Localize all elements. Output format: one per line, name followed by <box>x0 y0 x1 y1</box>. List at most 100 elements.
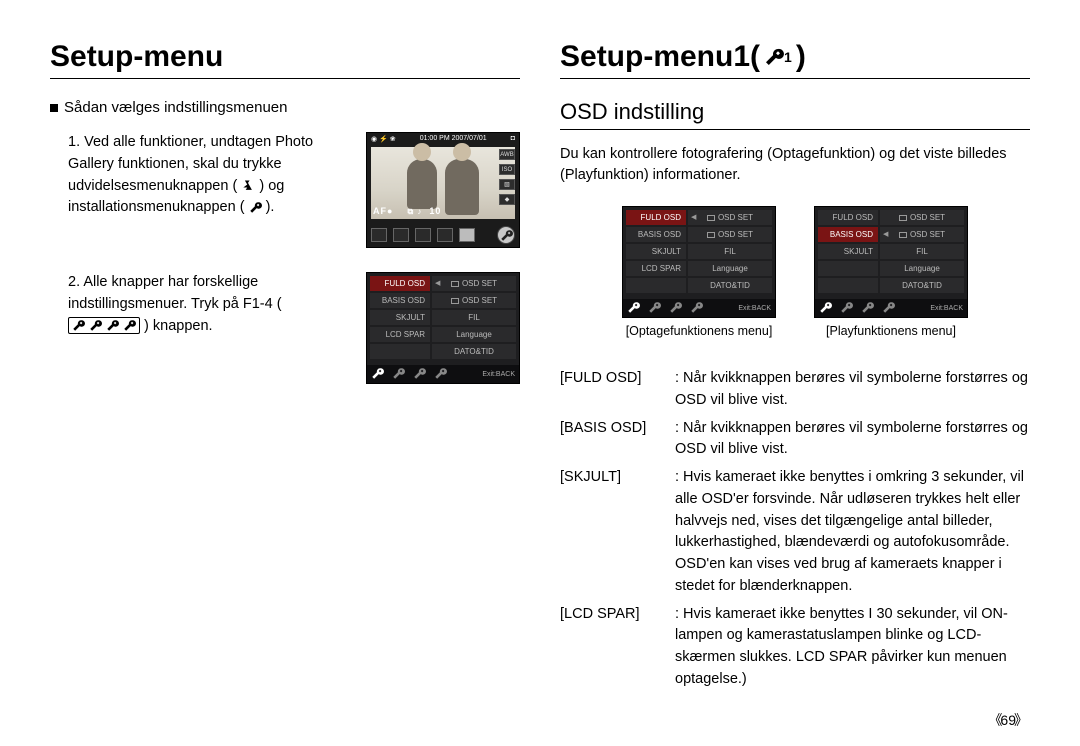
quality-icon: ▧ <box>499 179 515 190</box>
menu-row: Language <box>818 261 964 276</box>
camera-icon <box>707 215 715 221</box>
wrench-tab-1-icon <box>371 367 384 382</box>
step2-text-b: ) knappen. <box>144 318 213 334</box>
menu-row-left: SKJULT <box>626 244 686 259</box>
menu-row-right: OSD SET <box>880 227 964 242</box>
menu-row-left: FULD OSD <box>626 210 686 225</box>
step1-text-c: ). <box>266 199 275 215</box>
section-heading-text: Sådan vælges indstillingsmenuen <box>64 99 287 116</box>
af-label: AF● <box>373 206 393 216</box>
wrench-tab-icon <box>669 301 682 316</box>
menu-row: BASIS OSDOSD SET <box>370 293 516 308</box>
sharp-icon: ◆ <box>499 194 515 205</box>
wrench-tab-3-icon <box>413 367 426 382</box>
menu-row-right: OSD SET <box>688 210 772 225</box>
extension-menu-icon <box>241 179 255 193</box>
right-title: Setup-menu1( 1 ) <box>560 40 1030 79</box>
step-1-text: 1. Ved alle funktioner, undtagen Photo G… <box>50 132 352 219</box>
menu-row: DATO&TID <box>626 278 772 293</box>
menu-row-left: SKJULT <box>370 310 430 325</box>
wrench-tab-4-icon <box>434 367 447 382</box>
menu-row-left: BASIS OSD <box>626 227 686 242</box>
menu-row: LCD SPARLanguage <box>626 261 772 276</box>
exit-label: Exit:BACK <box>482 371 515 378</box>
menu-row: FULD OSDOSD SET <box>818 210 964 225</box>
menu-screen-play: FULD OSDOSD SETBASIS OSDOSD SETSKJULTFIL… <box>814 206 968 318</box>
left-column: Setup-menu Sådan vælges indstillingsmenu… <box>50 40 520 697</box>
menu-screen-rec: FULD OSDOSD SETBASIS OSDOSD SETSKJULTFIL… <box>622 206 776 318</box>
menu-row-right: OSD SET <box>688 227 772 242</box>
definition-key: [BASIS OSD] <box>560 418 675 462</box>
bullet-icon <box>50 104 58 112</box>
preview-icons-left: ◉ ⚡ ❀ <box>371 135 396 143</box>
menu-row-left: BASIS OSD <box>370 293 430 308</box>
step-2-text: 2. Alle knapper har forskellige indstill… <box>50 272 352 337</box>
section-heading: Sådan vælges indstillingsmenuen <box>50 99 520 116</box>
menu-row-right: FIL <box>688 244 772 259</box>
menu-row-right: DATO&TID <box>688 278 772 293</box>
preview-mode-icon: ◘ <box>511 135 515 143</box>
menu-row-right: Language <box>880 261 964 276</box>
menu-row-left <box>818 278 878 293</box>
menu-screen-left: FULD OSDOSD SETBASIS OSDOSD SETSKJULTFIL… <box>366 272 520 384</box>
definition-row: [BASIS OSD]: Når kvikknappen berøres vil… <box>560 418 1030 462</box>
iso-icon: ISO <box>499 164 515 175</box>
wrench-tab-icon <box>861 301 874 316</box>
page-number: 69 <box>988 710 1028 730</box>
camera-icon <box>451 281 459 287</box>
definition-value: : Hvis kameraet ikke benyttes I 30 sekun… <box>675 604 1030 691</box>
menu-pair: FULD OSDOSD SETBASIS OSDOSD SETSKJULTFIL… <box>560 206 1030 338</box>
menu-row-left <box>818 261 878 276</box>
definition-row: [LCD SPAR]: Hvis kameraet ikke benyttes … <box>560 604 1030 691</box>
camera-icon <box>707 232 715 238</box>
f1-4-icon-group <box>68 317 140 334</box>
menu-row-right: OSD SET <box>432 293 516 308</box>
awb-icon: AWB <box>499 149 515 160</box>
menu-row: BASIS OSDOSD SET <box>818 227 964 242</box>
exit-label: Exit:BACK <box>930 305 963 312</box>
definition-key: [LCD SPAR] <box>560 604 675 691</box>
definitions-list: [FULD OSD]: Når kvikknappen berøres vil … <box>560 368 1030 691</box>
step-1-row: 1. Ved alle funktioner, undtagen Photo G… <box>50 132 520 248</box>
intro-paragraph: Du kan kontrollere fotografering (Optage… <box>560 144 1030 186</box>
wrench-tab-icon <box>819 301 832 316</box>
wrench-tab-icon <box>627 301 640 316</box>
definition-key: [FULD OSD] <box>560 368 675 412</box>
bottom-icon <box>415 228 431 242</box>
subheading: OSD indstilling <box>560 99 1030 130</box>
menu-row: LCD SPARLanguage <box>370 327 516 342</box>
wrench-icon: 1 <box>764 47 792 67</box>
preview-timestamp: 01:00 PM 2007/07/01 <box>420 135 487 143</box>
menu-row-right: FIL <box>880 244 964 259</box>
bottom-icon <box>437 228 453 242</box>
menu-row-left: LCD SPAR <box>370 327 430 342</box>
wrench-icon <box>249 201 262 214</box>
definition-value: : Når kvikknappen berøres vil symbolerne… <box>675 418 1030 462</box>
definition-value: : Når kvikknappen berøres vil symbolerne… <box>675 368 1030 412</box>
person-silhouette <box>407 159 437 209</box>
camera-preview: ◉ ⚡ ❀ 01:00 PM 2007/07/01 ◘ AWB ISO ▧ ◆ <box>366 132 520 248</box>
right-column: Setup-menu1( 1 ) OSD indstilling Du kan … <box>560 40 1030 697</box>
exit-label: Exit:BACK <box>738 305 771 312</box>
menu-row-left <box>370 344 430 359</box>
right-title-b: ) <box>796 40 806 74</box>
menu-row-left: FULD OSD <box>370 276 430 291</box>
bottom-icon-active <box>459 228 475 242</box>
wrench-tab-2-icon <box>392 367 405 382</box>
step-2-row: 2. Alle knapper har forskellige indstill… <box>50 272 520 384</box>
definition-row: [FULD OSD]: Når kvikknappen berøres vil … <box>560 368 1030 412</box>
wrench-circle-icon <box>497 226 515 244</box>
rec-caption: [Optagefunktionens menu] <box>626 324 773 338</box>
menu-row-left: SKJULT <box>818 244 878 259</box>
menu-row-right: FIL <box>432 310 516 325</box>
person-silhouette <box>445 159 479 215</box>
menu-row-left: LCD SPAR <box>626 261 686 276</box>
wrench-tab-icon <box>690 301 703 316</box>
step2-text-a: 2. Alle knapper har forskellige indstill… <box>68 274 282 312</box>
left-title: Setup-menu <box>50 40 520 79</box>
menu-row-right: Language <box>432 327 516 342</box>
wrench-tab-icon <box>882 301 895 316</box>
menu-row-left: BASIS OSD <box>818 227 878 242</box>
menu-row-right: OSD SET <box>432 276 516 291</box>
menu-row: DATO&TID <box>818 278 964 293</box>
